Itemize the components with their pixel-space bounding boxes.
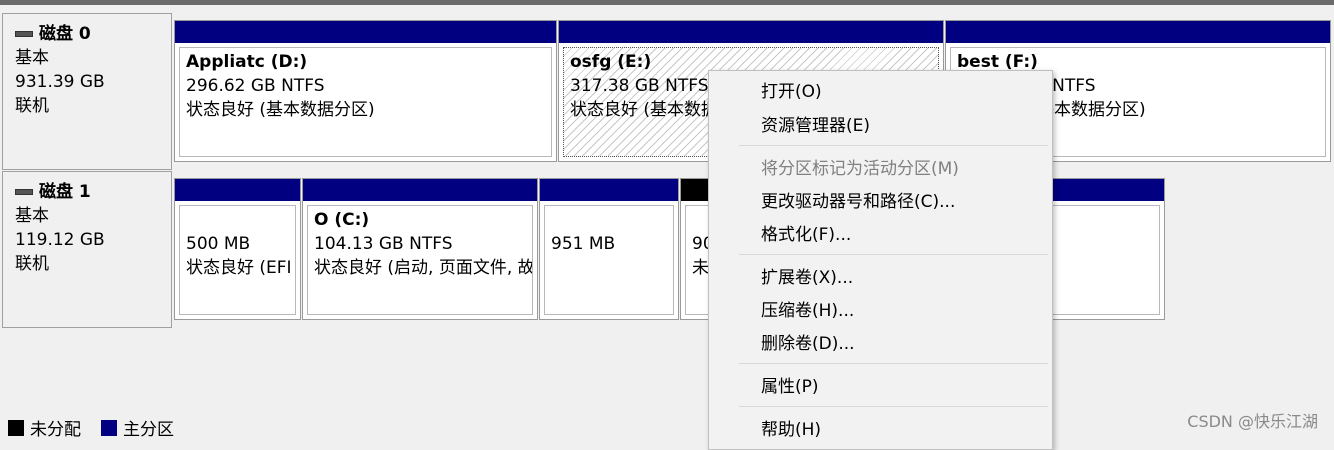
partition-title: Appliatc (D:) [186, 52, 308, 72]
legend: 未分配 主分区 [8, 415, 174, 440]
window-top-border [0, 0, 1334, 5]
menu-separator [739, 363, 1048, 364]
legend-unallocated: 未分配 [30, 420, 81, 440]
disk-1-name-row: 磁盘 1 [15, 180, 171, 204]
unallocated-swatch [8, 419, 24, 436]
menu-item-extend[interactable]: 扩展卷(X)... [761, 263, 853, 293]
primary-partition-bar [175, 179, 300, 201]
watermark: CSDN @快乐江湖 [1187, 412, 1318, 431]
partition-recovery[interactable]: 951 MB [539, 178, 679, 320]
partition-efi[interactable]: 500 MB 状态良好 (EFI 系统分区) [174, 178, 301, 320]
context-menu: 打开(O) 资源管理器(E) 将分区标记为活动分区(M) 更改驱动器号和路径(C… [708, 70, 1053, 450]
disk-1-size: 119.12 GB [15, 230, 105, 250]
primary-partition-bar [559, 21, 943, 43]
menu-separator [739, 254, 1048, 255]
menu-item-format[interactable]: 格式化(F)... [761, 220, 851, 250]
partition-size: 500 MB [186, 234, 251, 254]
disk-0-name: 磁盘 0 [39, 24, 91, 44]
primary-partition-bar [946, 21, 1330, 43]
menu-separator [739, 145, 1048, 146]
partition-c[interactable]: O (C:) 104.13 GB NTFS 状态良好 (启动, 页面文件, 故障… [302, 178, 538, 320]
primary-partition-bar [175, 21, 556, 43]
disk-0-name-row: 磁盘 0 [15, 22, 171, 46]
menu-item-mark-active: 将分区标记为活动分区(M) [761, 159, 959, 179]
disk-0-status: 联机 [15, 96, 49, 116]
menu-item-shrink[interactable]: 压缩卷(H)... [761, 296, 854, 326]
disk-icon [15, 31, 33, 37]
partition-size: 296.62 GB NTFS [186, 76, 325, 96]
menu-item-help[interactable]: 帮助(H) [761, 415, 821, 445]
partition-status: 状态良好 (启动, 页面文件, 故障转储, 基本数据分区) [314, 258, 533, 278]
menu-item-delete[interactable]: 删除卷(D)... [761, 329, 855, 359]
disk-0-label[interactable]: 磁盘 0 基本 931.39 GB 联机 [2, 13, 172, 170]
primary-partition-bar [303, 179, 537, 201]
menu-item-open[interactable]: 打开(O) [761, 77, 822, 107]
disk-1-name: 磁盘 1 [39, 182, 91, 202]
primary-swatch [101, 419, 117, 436]
menu-separator [739, 406, 1048, 407]
partition-size: 951 MB [551, 234, 616, 254]
menu-item-change-letter[interactable]: 更改驱动器号和路径(C)... [761, 187, 955, 217]
primary-partition-bar [540, 179, 678, 201]
partition-title: O (C:) [314, 210, 370, 230]
disk-1-label[interactable]: 磁盘 1 基本 119.12 GB 联机 [2, 171, 172, 328]
partition-size: 104.13 GB NTFS [314, 234, 453, 254]
menu-item-explorer[interactable]: 资源管理器(E) [761, 111, 870, 141]
disk-1-type: 基本 [15, 206, 49, 226]
disk-icon [15, 189, 33, 195]
disk-1-status: 联机 [15, 254, 49, 274]
legend-primary: 主分区 [123, 420, 174, 440]
disk-0-size: 931.39 GB [15, 72, 105, 92]
menu-item-properties[interactable]: 属性(P) [761, 372, 819, 402]
partition-status: 状态良好 (基本数据分区) [186, 100, 375, 120]
partition-d[interactable]: Appliatc (D:) 296.62 GB NTFS 状态良好 (基本数据分… [174, 20, 557, 162]
disk-0-type: 基本 [15, 48, 49, 68]
partition-status: 状态良好 (EFI 系统分区) [186, 258, 295, 278]
